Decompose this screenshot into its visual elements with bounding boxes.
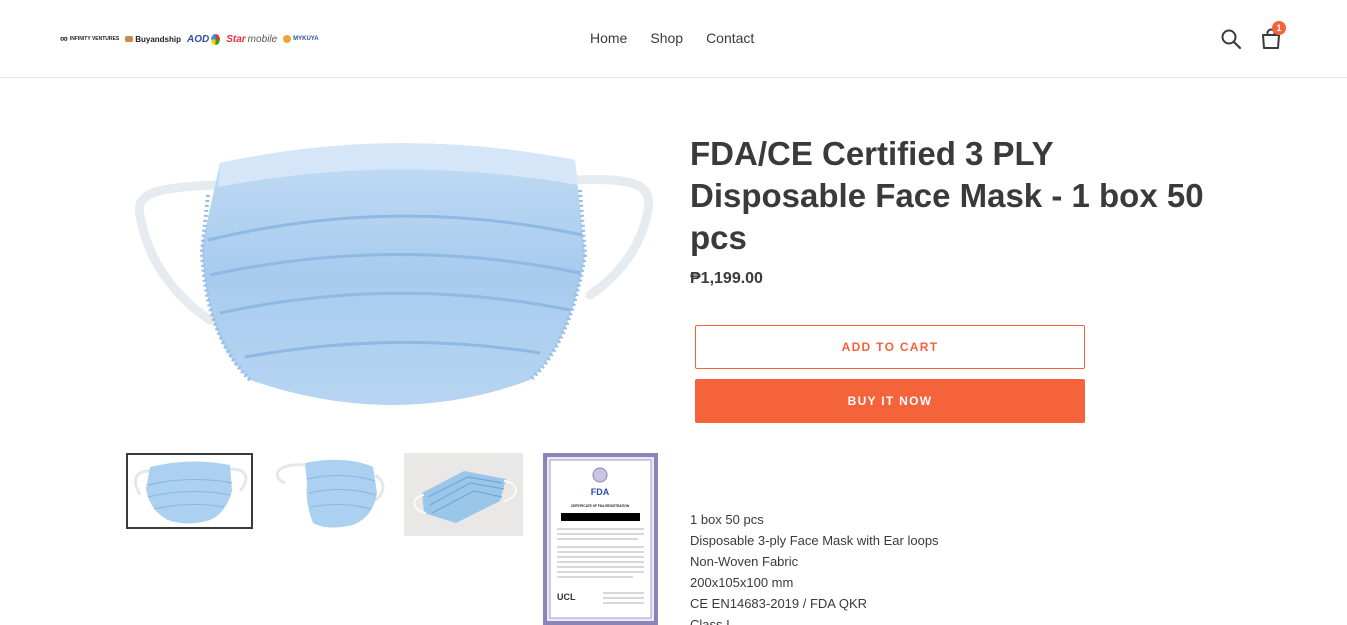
description-line: Class I — [690, 617, 730, 625]
thumbnail-4-certificate[interactable]: FDA CERTIFICATE OF FDA REGISTRATION UCL — [543, 453, 658, 625]
product-description: 1 box 50 pcs Disposable 3-ply Face Mask … — [690, 509, 939, 625]
infinity-logo: ∞ INFINITY VENTURES — [60, 33, 120, 45]
thumbnail-2[interactable] — [265, 453, 390, 531]
description-line: 1 box 50 pcs — [690, 512, 764, 527]
description-line: Non-Woven Fabric — [690, 554, 799, 569]
mykuya-logo: MYKUYA — [283, 35, 319, 43]
thumbnail-1[interactable] — [126, 453, 253, 529]
description-line: Disposable 3-ply Face Mask with Ear loop… — [690, 533, 939, 548]
site-header: ∞ INFINITY VENTURES Buyandship AOD Star mo… — [0, 0, 1347, 78]
site-logo[interactable]: ∞ INFINITY VENTURES Buyandship AOD Star mo… — [60, 30, 319, 48]
certificate-heading: CERTIFICATE OF FDA REGISTRATION — [571, 504, 630, 508]
buy-it-now-button[interactable]: Buy it now — [695, 379, 1085, 423]
nav-contact[interactable]: Contact — [706, 30, 754, 46]
cart-count-badge: 1 — [1272, 21, 1286, 35]
add-to-cart-button[interactable]: Add to cart — [695, 325, 1085, 369]
description-line: CE EN14683-2019 / FDA QKR — [690, 596, 868, 611]
thumbnail-3[interactable] — [404, 453, 523, 536]
buyandship-logo: Buyandship — [125, 35, 181, 44]
certificate-footer: UCL — [557, 592, 576, 602]
product-main-image[interactable] — [130, 125, 660, 430]
nav-home[interactable]: Home — [590, 30, 627, 46]
certificate-fda-label: FDA — [591, 487, 610, 497]
nav-shop[interactable]: Shop — [650, 30, 683, 46]
main-nav: Home Shop Contact — [590, 30, 777, 46]
aod-logo: AOD — [187, 33, 221, 45]
product-title: FDA/CE Certified 3 PLY Disposable Face M… — [690, 135, 1204, 256]
product-price: ₱1,199.00 — [690, 270, 763, 287]
search-icon[interactable] — [1219, 27, 1243, 51]
starmobile-logo: Star mobile — [226, 33, 278, 45]
description-line: 200x105x100 mm — [690, 575, 794, 590]
